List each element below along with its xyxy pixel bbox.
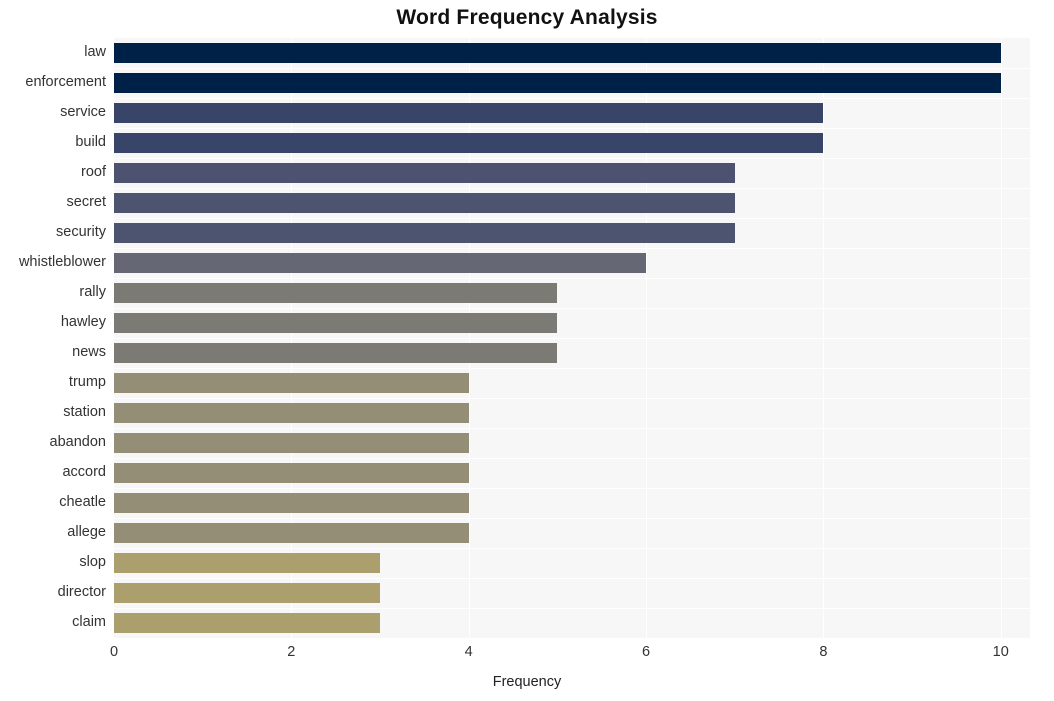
y-gridline	[114, 428, 1030, 429]
x-axis-tick-labels: 0 2 4 6 8 10	[0, 644, 1054, 670]
y-axis-tick-label: law	[84, 44, 106, 60]
y-gridline	[114, 128, 1030, 129]
y-gridline	[114, 158, 1030, 159]
plot-area	[114, 38, 1030, 638]
y-axis-tick-labels: law enforcement service build roof secret secu…	[0, 38, 106, 638]
bar	[114, 163, 735, 183]
y-axis-tick-label: slop	[79, 554, 106, 570]
bar	[114, 403, 469, 423]
y-gridline	[114, 188, 1030, 189]
bar	[114, 463, 469, 483]
y-axis-tick-label: news	[72, 344, 106, 360]
bar	[114, 283, 558, 303]
y-gridline	[114, 458, 1030, 459]
bar	[114, 313, 558, 333]
bar	[114, 553, 381, 573]
y-axis-tick-label: allege	[67, 524, 106, 540]
x-axis-title: Frequency	[492, 674, 562, 690]
y-gridline	[114, 98, 1030, 99]
bar	[114, 193, 735, 213]
y-gridline	[114, 218, 1030, 219]
y-axis-tick-label: claim	[72, 614, 106, 630]
bar	[114, 433, 469, 453]
y-axis-tick-label: whistleblower	[18, 254, 106, 270]
y-gridline	[114, 578, 1030, 579]
y-axis-tick-label: enforcement	[25, 74, 106, 90]
y-axis-tick-label: abandon	[49, 434, 106, 450]
bar	[114, 343, 558, 363]
bar	[114, 253, 647, 273]
bar	[114, 223, 735, 243]
bar	[114, 133, 824, 153]
bar	[114, 73, 1001, 93]
bar	[114, 523, 469, 543]
y-gridline	[114, 338, 1030, 339]
y-axis-tick-label: build	[75, 134, 106, 150]
y-axis-tick-label: rally	[79, 284, 106, 300]
y-axis-tick-label: secret	[66, 194, 107, 210]
y-axis-tick-label: station	[63, 404, 106, 420]
y-axis-tick-label: trump	[68, 374, 106, 390]
x-axis-tick-label: 2	[287, 644, 296, 660]
x-axis-tick-label: 4	[464, 644, 473, 660]
y-gridline	[114, 548, 1030, 549]
y-axis-tick-label: service	[60, 104, 106, 120]
chart-figure: Word Frequency Analysis law enforcement se…	[0, 0, 1054, 701]
x-axis-tick-label: 10	[992, 644, 1009, 660]
y-axis-tick-label: director	[57, 584, 106, 600]
y-gridline	[114, 278, 1030, 279]
y-gridline	[114, 368, 1030, 369]
x-axis-tick-label: 8	[819, 644, 828, 660]
y-axis-tick-label: roof	[81, 164, 106, 180]
bar	[114, 103, 824, 123]
bar	[114, 43, 1001, 63]
y-gridline	[114, 398, 1030, 399]
y-gridline	[114, 68, 1030, 69]
y-axis-tick-label: cheatle	[59, 494, 106, 510]
chart-title: Word Frequency Analysis	[396, 6, 658, 29]
y-axis-tick-label: hawley	[60, 314, 106, 330]
y-gridline	[114, 248, 1030, 249]
x-axis-tick-label: 6	[641, 644, 651, 660]
x-axis-tick-label: 0	[109, 644, 119, 660]
y-gridline	[114, 608, 1030, 609]
y-gridline	[114, 518, 1030, 519]
bar	[114, 613, 381, 633]
y-axis-tick-label: security	[56, 224, 106, 240]
bar	[114, 373, 469, 393]
y-axis-tick-label: accord	[62, 464, 106, 480]
bar	[114, 493, 469, 513]
y-gridline	[114, 488, 1030, 489]
bar	[114, 583, 381, 603]
y-gridline	[114, 308, 1030, 309]
